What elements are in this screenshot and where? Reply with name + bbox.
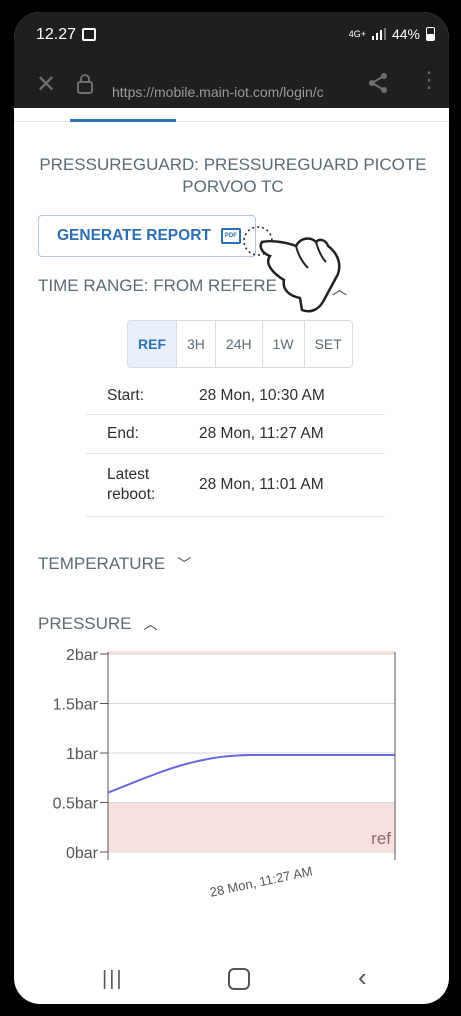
range-24h-button[interactable]: 24H (216, 321, 263, 367)
pressure-label: PRESSURE (38, 614, 132, 633)
x-tick-label: 28 Mon, 11:27 AM (208, 863, 313, 898)
pdf-icon: PDF (220, 228, 241, 244)
gallery-icon (82, 28, 96, 41)
y-tick-label: 2bar (66, 647, 99, 664)
status-time: 12.27 (36, 26, 77, 43)
status-bar: 12.27 4G+ 44% (14, 12, 449, 58)
signal-icon (371, 28, 386, 40)
battery-percent: 44% (391, 26, 420, 42)
back-icon[interactable]: ‹ (358, 962, 367, 993)
pressure-header[interactable]: PRESSURE ︿ (38, 614, 158, 634)
end-label: End: (107, 425, 139, 442)
recent-apps-icon[interactable]: ||| (102, 968, 124, 991)
time-range-label: TIME RANGE: FROM REFERE (38, 276, 277, 295)
y-tick-label: 0bar (66, 845, 99, 862)
range-3h-button[interactable]: 3H (177, 321, 216, 367)
time-range-selector: REF 3H 24H 1W SET (127, 320, 353, 368)
page-title: PRESSUREGUARD: PRESSUREGUARD PICOTE PORV… (39, 155, 427, 196)
active-tab-indicator (70, 119, 176, 122)
pressure-chart: 0bar 0.5bar 1bar 1.5bar 2bar ref 28 Mon, 11:27… (53, 647, 396, 898)
range-1w-button[interactable]: 1W (263, 321, 305, 367)
reboot-label: Latest reboot: (107, 466, 156, 503)
time-info-table: Start: 28 Mon, 10:30 AM End: 28 Mon, 11:… (86, 378, 385, 517)
threshold-band-0 (108, 802, 395, 852)
status-indicators: 4G+ 44% (349, 26, 435, 42)
temperature-header[interactable]: TEMPERATURE ﹀ (38, 554, 191, 574)
range-ref-button[interactable]: REF (128, 321, 177, 367)
reboot-value: 28 Mon, 11:01 AM (199, 476, 324, 493)
chevron-down-icon: ﹀ (177, 556, 192, 572)
info-row-end: End: 28 Mon, 11:27 AM (86, 415, 385, 454)
home-icon[interactable] (228, 968, 250, 990)
y-tick-label: 1.5bar (53, 697, 99, 714)
pointing-hand-icon (243, 226, 341, 313)
y-tick-label: 1bar (66, 746, 99, 763)
start-label: Start: (107, 387, 145, 404)
pressure-series-line (107, 753, 395, 794)
temperature-label: TEMPERATURE (38, 554, 166, 573)
time-range-header[interactable]: TIME RANGE: FROM REFERE (38, 276, 277, 296)
share-icon[interactable] (367, 72, 389, 94)
start-value: 28 Mon, 10:30 AM (199, 387, 325, 404)
y-tick-label: 0.5bar (53, 796, 99, 813)
generate-report-button[interactable]: GENERATE REPORT PDF (38, 215, 256, 257)
ref-annotation: ref (371, 829, 391, 848)
chevron-up-icon: ︿ (143, 616, 158, 632)
battery-icon (426, 27, 435, 41)
browser-toolbar: ✕ https://mobile.main-iot.com/login/c ⋮ (14, 58, 449, 108)
end-value: 28 Mon, 11:27 AM (199, 425, 324, 442)
more-menu-icon[interactable]: ⋮ (418, 69, 440, 91)
android-nav-bar: ||| ‹ (14, 960, 449, 1004)
phone-screen: 12.27 4G+ 44% ✕ https://mobile.main-iot.… (14, 12, 449, 1004)
info-row-start: Start: 28 Mon, 10:30 AM (86, 378, 385, 415)
chevron-up-icon[interactable]: ︿ (332, 278, 347, 299)
range-set-button[interactable]: SET (305, 321, 352, 367)
network-label: 4G+ (348, 28, 366, 39)
info-row-reboot: Latest reboot: 28 Mon, 11:01 AM (86, 454, 385, 517)
close-icon[interactable]: ✕ (36, 70, 56, 99)
generate-report-label: GENERATE REPORT (57, 227, 211, 244)
lock-icon[interactable] (76, 74, 94, 94)
url-text[interactable]: https://mobile.main-iot.com/login/c (112, 84, 350, 100)
